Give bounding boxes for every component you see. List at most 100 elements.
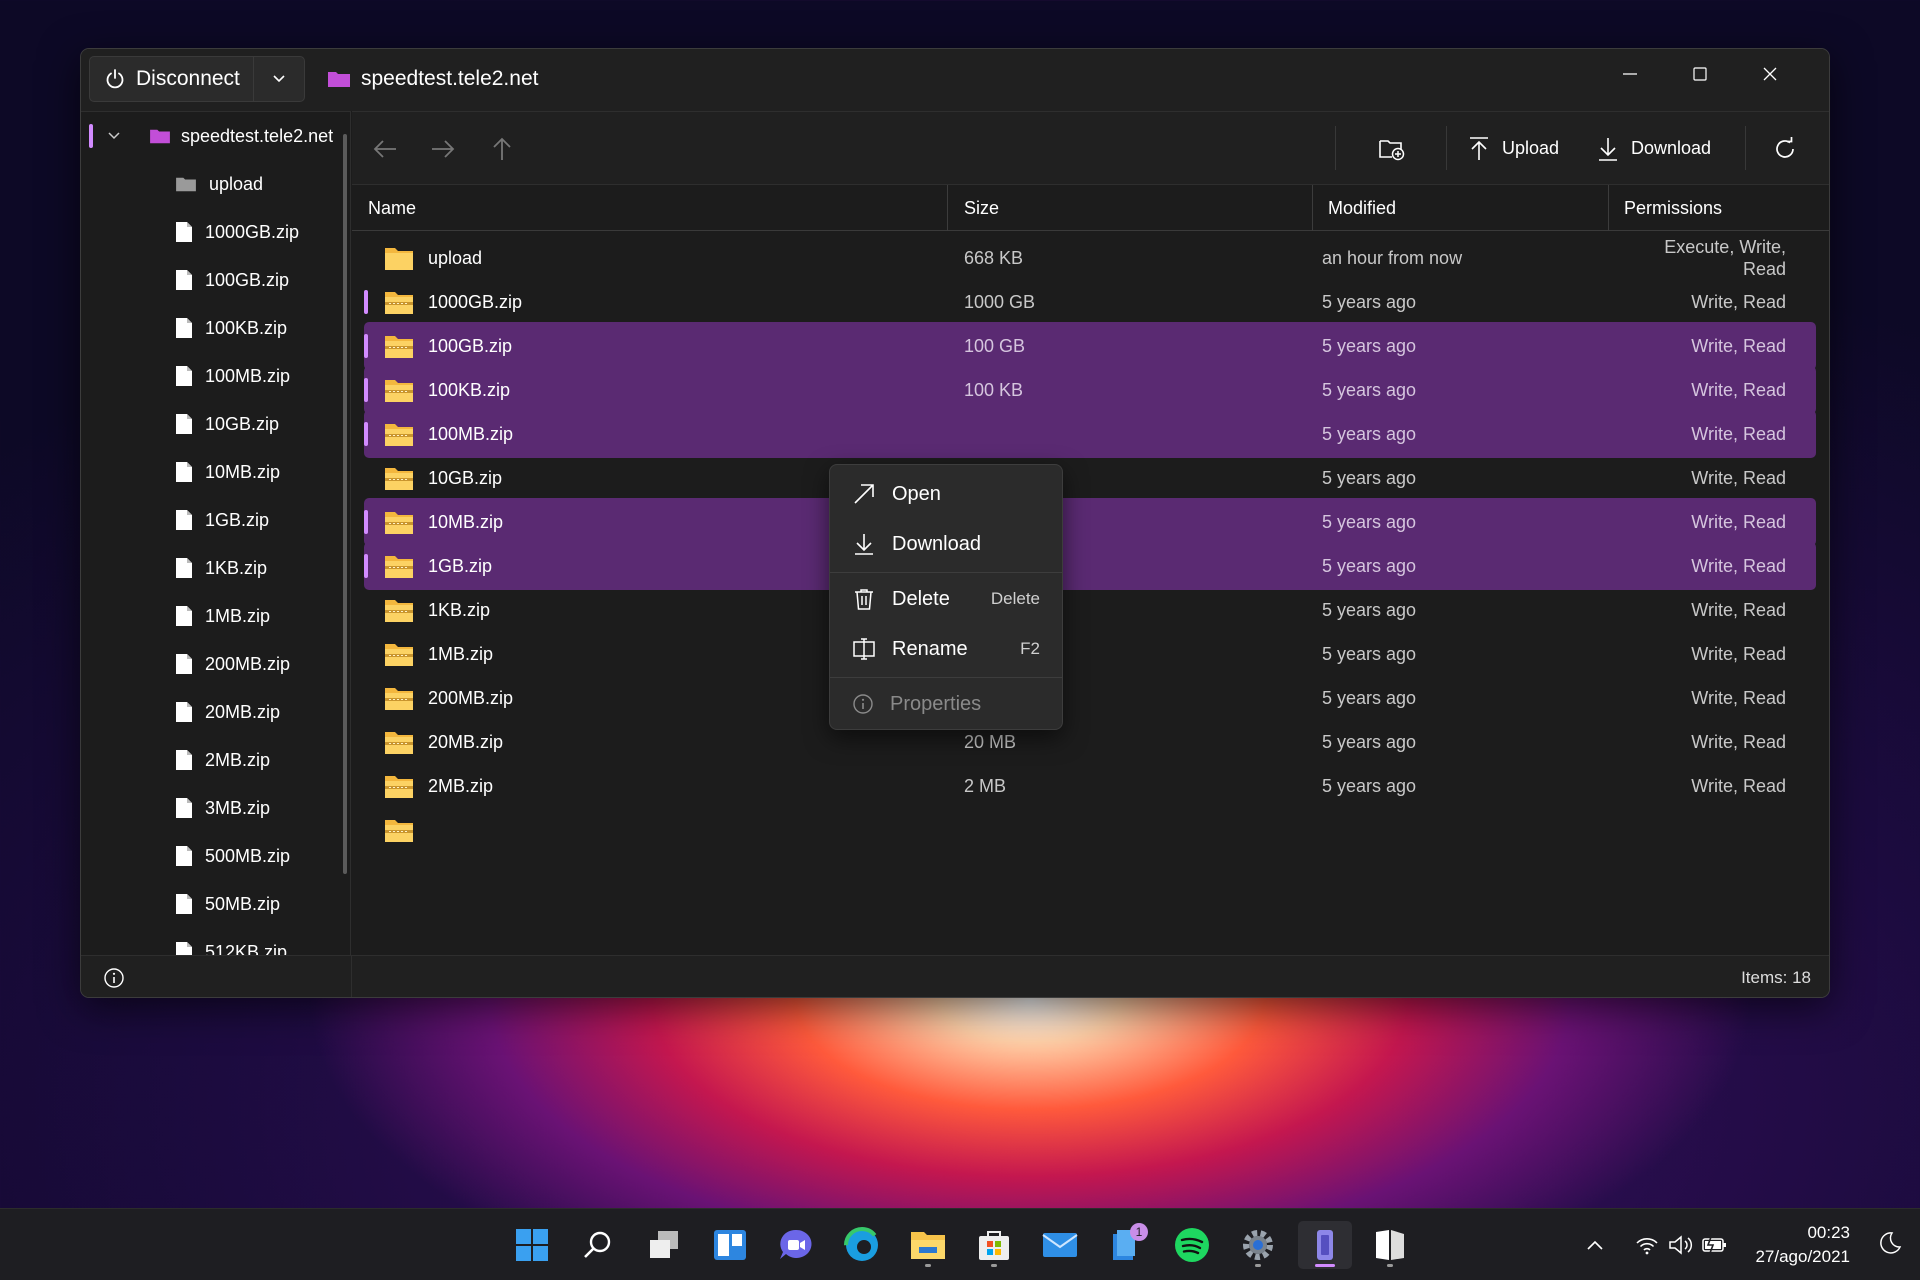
menu-item-open[interactable]: Open (836, 471, 1058, 517)
teams-chat-button[interactable] (772, 1221, 820, 1269)
sidebar-item[interactable]: 1MB.zip (81, 592, 351, 640)
info-button[interactable] (103, 967, 125, 994)
zip-folder-icon (385, 468, 413, 490)
sidebar-item[interactable]: 1KB.zip (81, 544, 351, 592)
ftp-client-button[interactable] (1298, 1221, 1352, 1269)
sidebar-item-label: 500MB.zip (205, 845, 291, 866)
sidebar-item[interactable]: 3MB.zip (81, 784, 351, 832)
wifi-button[interactable] (1630, 1235, 1664, 1255)
back-button[interactable] (372, 112, 398, 185)
zip-folder-icon (385, 776, 413, 798)
sidebar-scrollbar[interactable] (343, 134, 347, 874)
table-row[interactable]: 1MB.zip1 MB5 years agoWrite, Read (364, 630, 1816, 678)
task-view-button[interactable] (640, 1221, 688, 1269)
menu-item-download[interactable]: Download (836, 521, 1058, 567)
cell-size: 2 MB (964, 775, 1007, 796)
file-icon (176, 366, 192, 386)
download-button[interactable]: Download (1597, 112, 1711, 185)
clock[interactable]: 00:23 27/ago/2021 (1755, 1221, 1850, 1269)
folder-tree: speedtest.tele2.net upload 1000GB.zip 100G… (81, 111, 351, 962)
start-button[interactable] (508, 1221, 556, 1269)
sidebar-item[interactable]: 10GB.zip (81, 400, 351, 448)
disconnect-label: Disconnect (136, 67, 240, 90)
mail-button[interactable] (1036, 1221, 1084, 1269)
edge-button[interactable] (838, 1221, 886, 1269)
sidebar-item[interactable]: 20MB.zip (81, 688, 351, 736)
widgets-button[interactable] (706, 1221, 754, 1269)
search-button[interactable] (574, 1221, 622, 1269)
new-folder-button[interactable] (1378, 112, 1406, 185)
refresh-button[interactable] (1772, 112, 1798, 185)
disconnect-dropdown-button[interactable] (254, 74, 304, 84)
menu-item-delete[interactable]: Delete Delete (836, 576, 1058, 622)
sidebar-item[interactable]: 1000GB.zip (81, 208, 351, 256)
sidebar-item[interactable]: 2MB.zip (81, 736, 351, 784)
sidebar-item-label: 100GB.zip (205, 269, 290, 290)
table-row[interactable]: 1000GB.zip 1000 GB 5 years ago Write, Read (364, 278, 1816, 326)
sidebar-item[interactable]: 500MB.zip (81, 832, 351, 880)
minimize-button[interactable] (1595, 49, 1665, 99)
sidebar-item[interactable]: 1GB.zip (81, 496, 351, 544)
sidebar-item[interactable]: upload (81, 160, 351, 208)
header-modified[interactable]: Modified (1312, 185, 1396, 231)
forward-button[interactable] (430, 112, 456, 185)
table-row[interactable]: 10GB.zip 5 years ago Write, Read (364, 454, 1816, 502)
file-explorer-button[interactable] (904, 1221, 952, 1269)
header-name[interactable]: Name (352, 185, 416, 231)
todo-button[interactable]: 1 (1102, 1221, 1150, 1269)
maximize-button[interactable] (1665, 49, 1735, 99)
table-row[interactable]: upload 668 KB an hour from now Execute, Wri… (364, 234, 1816, 282)
title-bar: Disconnect speedtest.tele2.net (81, 49, 1829, 111)
file-name: 200MB.zip (428, 687, 514, 708)
table-row[interactable]: 100GB.zip 100 GB 5 years ago Write, Read (364, 322, 1816, 370)
sidebar-item[interactable]: 100GB.zip (81, 256, 351, 304)
gear-icon (1243, 1230, 1273, 1260)
volume-button[interactable] (1664, 1234, 1698, 1256)
sidebar-item[interactable]: 10MB.zip (81, 448, 351, 496)
tree-root-label: speedtest.tele2.net (181, 125, 334, 146)
cell-permissions: Execute, Write, Read (1664, 237, 1786, 279)
header-size[interactable]: Size (948, 185, 999, 231)
table-row-partial[interactable] (364, 806, 1816, 854)
spotify-button[interactable] (1168, 1221, 1216, 1269)
sidebar-item[interactable]: 100KB.zip (81, 304, 351, 352)
chevron-down-icon[interactable] (107, 131, 121, 141)
table-row[interactable]: 10MB.zip 5 years ago Write, Read (364, 498, 1816, 546)
table-row[interactable]: 1KB.zip 5 years ago Write, Read (364, 586, 1816, 634)
tree-root-item[interactable]: speedtest.tele2.net (81, 112, 351, 160)
focus-assist-button[interactable] (1878, 1231, 1902, 1260)
upload-button[interactable]: Upload (1468, 112, 1559, 185)
file-name: upload (428, 247, 483, 268)
header-permissions[interactable]: Permissions (1608, 185, 1722, 231)
cell-name: 100KB.zip (384, 366, 510, 414)
sidebar-item[interactable]: 100MB.zip (81, 352, 351, 400)
cell-permissions: Write, Read (1691, 644, 1786, 664)
table-row[interactable]: 20MB.zip 20 MB 5 years ago Write, Read (364, 718, 1816, 766)
table-row[interactable]: 100KB.zip 100 KB 5 years ago Write, Read (364, 366, 1816, 414)
sidebar-item[interactable]: 200MB.zip (81, 640, 351, 688)
close-button[interactable] (1735, 49, 1805, 99)
show-hidden-icons-button[interactable] (1580, 1239, 1610, 1251)
settings-button[interactable] (1234, 1221, 1282, 1269)
zip-folder-icon (385, 688, 413, 710)
up-button[interactable] (491, 112, 513, 185)
file-list-pane: Upload Download Name Size Modified Permi… (352, 111, 1829, 955)
spotify-icon (1175, 1228, 1209, 1262)
table-row[interactable]: 2MB.zip 2 MB 5 years ago Write, Read (364, 762, 1816, 810)
menu-download-label: Download (892, 532, 981, 555)
app-button[interactable] (1366, 1221, 1414, 1269)
server-icon (1317, 1230, 1333, 1260)
file-icon (176, 606, 192, 626)
battery-button[interactable] (1698, 1235, 1732, 1255)
store-button[interactable] (970, 1221, 1018, 1269)
cell-permissions: Write, Read (1691, 776, 1786, 796)
sidebar-item[interactable]: 50MB.zip (81, 880, 351, 928)
disconnect-button[interactable]: Disconnect (90, 57, 254, 101)
table-row[interactable]: 200MB.zip200 MB5 years agoWrite, Read (364, 674, 1816, 722)
zip-folder-icon (385, 336, 413, 358)
zip-folder-icon (385, 380, 413, 402)
table-row[interactable]: 100MB.zip 5 years ago Write, Read (364, 410, 1816, 458)
menu-item-properties[interactable]: Properties (836, 681, 1058, 727)
table-row[interactable]: 1GB.zip 5 years ago Write, Read (364, 542, 1816, 590)
menu-item-rename[interactable]: Rename F2 (836, 626, 1058, 672)
